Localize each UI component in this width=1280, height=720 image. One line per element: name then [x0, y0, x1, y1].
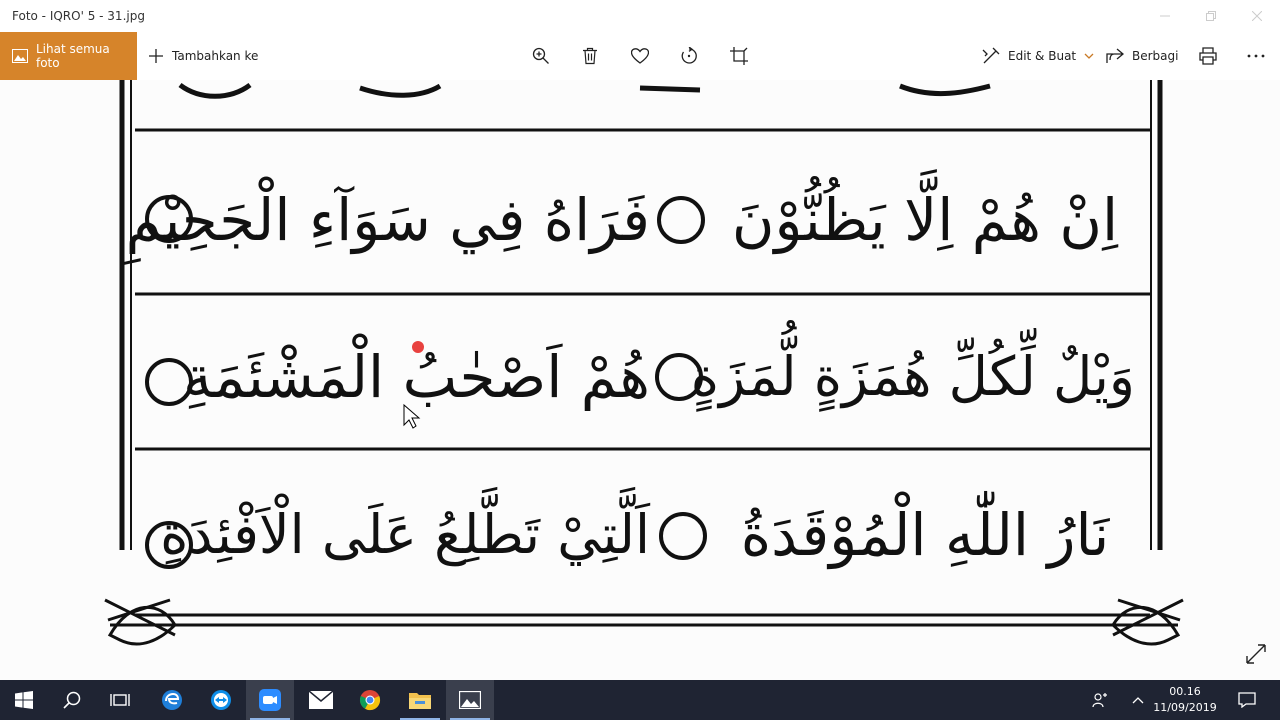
row-3-right-text: نَارُ اللّٰهِ الْمُوْقَدَةُ — [740, 501, 1110, 569]
taskbar-photos[interactable] — [446, 680, 494, 720]
close-icon — [1252, 11, 1262, 21]
edit-create-label: Edit & Buat — [1008, 49, 1077, 63]
photo-viewer[interactable]: فَرَاهُ فِي سَوَآءِ الْجَحِيْمِ اِنْ هُم… — [0, 80, 1280, 680]
restore-icon — [1206, 11, 1216, 21]
close-button[interactable] — [1234, 0, 1280, 32]
start-button[interactable] — [0, 680, 48, 720]
taskbar-file-explorer[interactable] — [396, 680, 444, 720]
more-button[interactable] — [1244, 44, 1268, 68]
title-bar: Foto - IQRO' 5 - 31.jpg — [0, 0, 1280, 32]
zoom-app-icon — [259, 689, 281, 711]
edit-create-button[interactable]: Edit & Buat — [982, 32, 1094, 80]
row-1-left-text: فَرَاهُ فِي سَوَآءِ الْجَحِيْمِ — [125, 186, 650, 254]
taskbar: 00.16 11/09/2019 — [0, 680, 1280, 720]
add-to-label: Tambahkan ke — [172, 49, 259, 63]
mail-icon — [309, 691, 333, 709]
row-2-right-text: وَيْلٌ لِّكُلِّ هُمَزَةٍ لُّمَزَةٍ — [690, 345, 1135, 408]
row-2-left-text: هُمْ اَصْحٰبُ الْمَشْئَمَةِ — [182, 343, 650, 411]
edit-icon — [982, 47, 1000, 64]
notification-icon — [1238, 692, 1256, 708]
people-icon — [1092, 693, 1107, 708]
minimize-button[interactable] — [1142, 0, 1188, 32]
favorite-button[interactable] — [628, 44, 652, 68]
more-icon — [1247, 54, 1265, 58]
task-view-icon — [110, 694, 130, 706]
teamviewer-icon — [211, 690, 231, 710]
print-button[interactable] — [1196, 44, 1220, 68]
zoom-button[interactable] — [529, 44, 553, 68]
search-icon — [63, 691, 81, 709]
chevron-up-icon — [1132, 697, 1144, 704]
plus-icon — [149, 49, 163, 63]
row-3-left-text: اَلَّتِيْ تَطَّلِعُ عَلَى الْاَفْئِدَةِ — [160, 503, 650, 566]
taskbar-teamviewer[interactable] — [197, 680, 245, 720]
search-button[interactable] — [48, 680, 96, 720]
clock-date: 11/09/2019 — [1153, 701, 1217, 714]
system-clock[interactable]: 00.16 11/09/2019 — [1150, 684, 1220, 716]
windows-logo-icon — [15, 691, 33, 709]
expand-icon — [1246, 644, 1266, 664]
toolbar: Lihat semua foto Tambahkan ke Edit & Bua… — [0, 32, 1280, 80]
photo-icon — [12, 49, 28, 63]
printer-icon — [1199, 47, 1217, 65]
zoom-in-icon — [532, 47, 549, 64]
task-view-button[interactable] — [96, 680, 144, 720]
share-button[interactable]: Berbagi — [1106, 32, 1178, 80]
photos-app-icon — [459, 691, 481, 709]
taskbar-edge[interactable] — [148, 680, 196, 720]
share-label: Berbagi — [1132, 49, 1179, 63]
rotate-button[interactable] — [677, 44, 701, 68]
rotate-icon — [681, 47, 697, 64]
fullscreen-button[interactable] — [1246, 644, 1266, 668]
maximize-button[interactable] — [1188, 0, 1234, 32]
crop-icon — [730, 47, 748, 65]
trash-icon — [583, 47, 597, 65]
taskbar-mail[interactable] — [297, 680, 345, 720]
chrome-icon — [359, 690, 381, 711]
chevron-down-icon — [1084, 53, 1094, 59]
add-to-button[interactable]: Tambahkan ke — [148, 32, 258, 80]
action-center-button[interactable] — [1226, 680, 1268, 720]
delete-button[interactable] — [578, 44, 602, 68]
window-title: Foto - IQRO' 5 - 31.jpg — [12, 9, 145, 23]
folder-icon — [409, 693, 431, 709]
crop-button[interactable] — [727, 44, 751, 68]
minimize-icon — [1160, 15, 1170, 17]
taskbar-zoom[interactable] — [246, 680, 294, 720]
people-button[interactable] — [1080, 680, 1120, 720]
all-photos-button[interactable]: Lihat semua foto — [0, 32, 137, 80]
clock-time: 00.16 — [1169, 685, 1201, 698]
taskbar-chrome[interactable] — [346, 680, 394, 720]
edge-icon — [162, 690, 182, 710]
row-1-right-text: اِنْ هُمْ اِلَّا يَظُنُّوْنَ — [731, 186, 1119, 254]
all-photos-label: Lihat semua foto — [35, 42, 110, 70]
share-icon — [1106, 48, 1124, 63]
heart-icon — [631, 48, 649, 64]
